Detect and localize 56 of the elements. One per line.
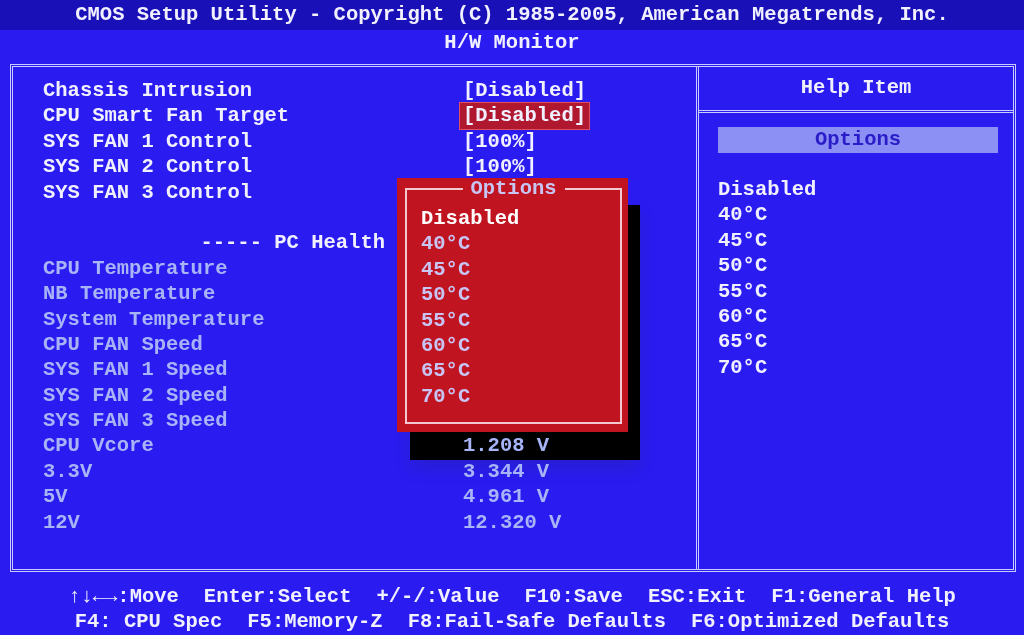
- help-option-text: 55°C: [718, 279, 768, 303]
- key-hint: F8:Fail-Safe Defaults: [407, 609, 666, 634]
- key-hint: ↑↓←→:Move: [68, 584, 179, 609]
- section-header: ----- PC Health: [200, 231, 385, 255]
- setting-label: SYS FAN 2 Control: [43, 155, 253, 179]
- setting-value[interactable]: [100%]: [460, 154, 540, 180]
- setting-value[interactable]: [100%]: [460, 128, 540, 155]
- reading-label: CPU Temperature: [43, 256, 228, 280]
- reading-label: 12V: [43, 510, 80, 534]
- key-hint: F4: CPU Spec: [74, 609, 223, 634]
- reading-value: 4.961 V: [462, 484, 551, 510]
- key-hint: F1:General Help: [771, 584, 956, 609]
- window-title: CMOS Setup Utility - Copyright (C) 1985-2005, American Megatrends, Inc.: [75, 3, 949, 26]
- setting-label: Chassis Intrusion: [43, 79, 253, 102]
- setting-label: SYS FAN 1 Control: [43, 129, 253, 153]
- popup-option[interactable]: 65°C: [421, 358, 471, 384]
- help-option-text: 40°C: [718, 203, 768, 227]
- help-option-text: Disabled: [718, 178, 817, 201]
- help-section-title: Options: [718, 127, 998, 153]
- popup-option[interactable]: Disabled: [421, 206, 520, 232]
- key-hint: Enter:Select: [203, 584, 352, 609]
- popup-option[interactable]: 40°C: [421, 231, 471, 257]
- setting-value[interactable]: [Disabled]: [460, 78, 590, 104]
- reading-value: 1.208 V: [462, 433, 551, 459]
- reading-label: NB Temperature: [43, 282, 216, 306]
- setting-label: SYS FAN 3 Control: [43, 180, 253, 204]
- reading-label: System Temperature: [43, 307, 265, 331]
- help-option-text: 70°C: [718, 355, 768, 379]
- key-hint: F10:Save: [524, 584, 623, 609]
- reading-label: 3.3V: [43, 459, 93, 483]
- reading-label: CPU FAN Speed: [43, 332, 203, 356]
- reading-label: CPU Vcore: [43, 434, 154, 458]
- key-hint: F6:Optimized Defaults: [690, 609, 950, 634]
- key-hint: +/-/:Value: [376, 584, 500, 609]
- popup-option[interactable]: 55°C: [421, 307, 471, 333]
- popup-option[interactable]: 50°C: [421, 282, 471, 308]
- popup-title: Options: [462, 179, 565, 199]
- help-option-text: 60°C: [718, 304, 768, 328]
- key-hint: F5:Memory-Z: [247, 609, 383, 634]
- reading-label: SYS FAN 1 Speed: [43, 358, 228, 382]
- popup-option[interactable]: 70°C: [421, 383, 471, 410]
- page-title: H/W Monitor: [444, 31, 580, 54]
- reading-label: SYS FAN 3 Speed: [43, 409, 228, 433]
- help-option-text: 50°C: [718, 254, 768, 278]
- help-option-text: 45°C: [718, 228, 768, 252]
- reading-label: SYS FAN 2 Speed: [43, 383, 228, 407]
- popup-option[interactable]: 45°C: [421, 256, 471, 283]
- reading-value: 12.320 V: [462, 509, 563, 536]
- help-option-text: 65°C: [718, 330, 768, 354]
- key-hint: ESC:Exit: [647, 584, 747, 609]
- reading-label: 5V: [43, 485, 68, 509]
- setting-value[interactable]: [Disabled]: [460, 103, 590, 129]
- popup-option[interactable]: 60°C: [421, 333, 471, 359]
- reading-value: 3.344 V: [462, 458, 551, 485]
- help-title: Help Item: [800, 76, 912, 99]
- setting-label: CPU Smart Fan Target: [43, 104, 290, 128]
